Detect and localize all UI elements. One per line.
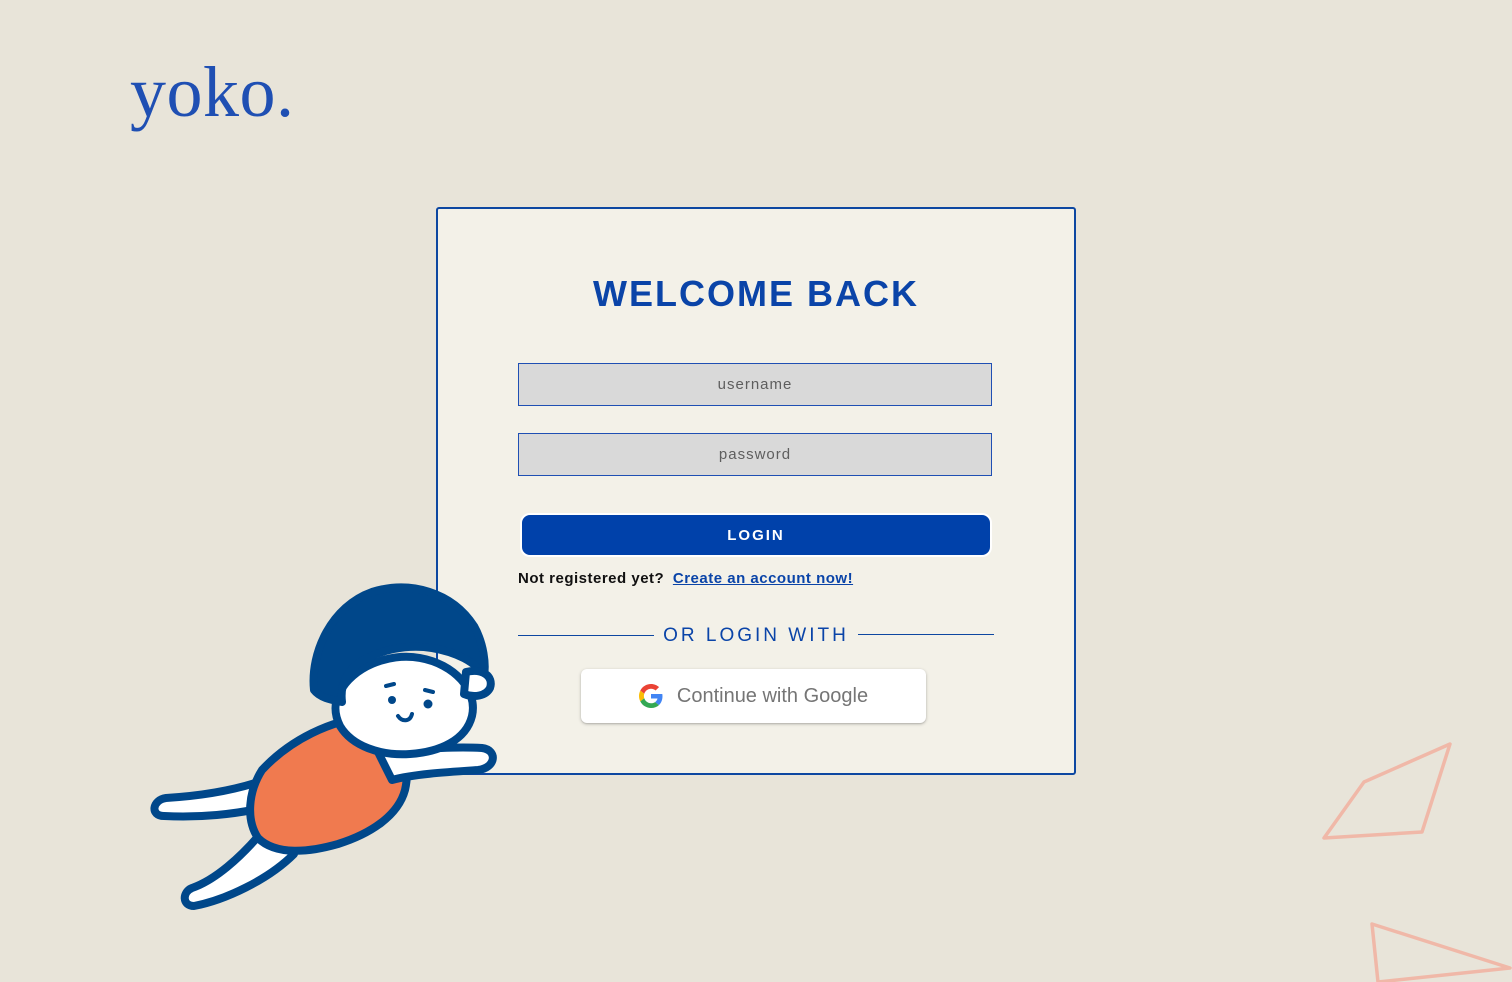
register-prompt-row: Not registered yet? Create an account no…: [518, 570, 853, 587]
divider-label: OR LOGIN WITH: [663, 625, 849, 646]
paper-kite-decoration: [1322, 742, 1512, 982]
login-button[interactable]: LOGIN: [520, 513, 992, 557]
google-icon: [638, 684, 663, 708]
divider-line-left: [518, 635, 654, 636]
login-card: WELCOME BACK LOGIN Not registered yet? C…: [436, 207, 1076, 775]
or-login-with-divider: OR LOGIN WITH: [518, 623, 994, 649]
google-login-button[interactable]: Continue with Google: [581, 669, 926, 723]
divider-line-right: [858, 634, 994, 635]
login-button-label: LOGIN: [727, 526, 785, 544]
flying-child-illustration: [150, 583, 497, 910]
password-input[interactable]: [518, 433, 992, 476]
page-title: WELCOME BACK: [593, 273, 919, 314]
create-account-link[interactable]: Create an account now!: [673, 570, 853, 587]
brand-logo: yoko.: [130, 52, 295, 132]
google-button-label: Continue with Google: [676, 684, 869, 707]
username-input[interactable]: [518, 363, 992, 406]
register-prompt-text: Not registered yet?: [518, 570, 665, 587]
